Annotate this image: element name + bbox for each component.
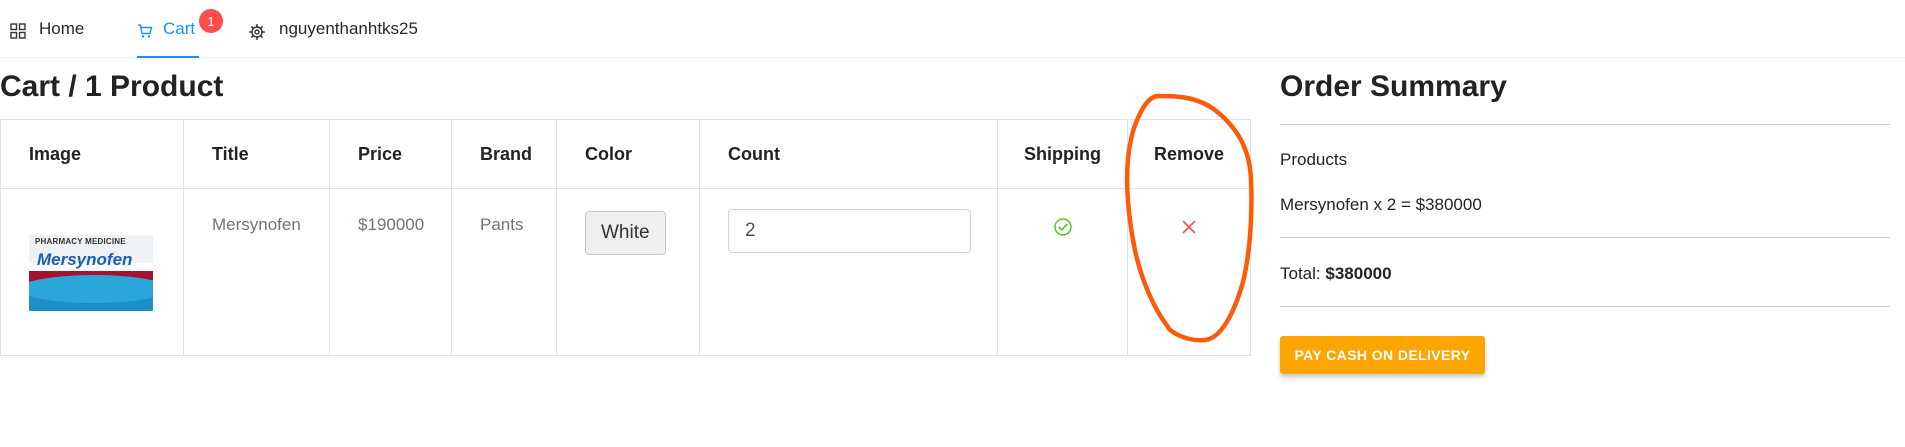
column-header-shipping: Shipping [997,119,1128,189]
color-select[interactable]: White [585,211,666,255]
nav-user-label: nguyenthanhtks25 [279,19,418,38]
product-image: PHARMACY MEDICINE Mersynofen [29,235,153,311]
summary-divider [1280,124,1890,125]
column-header-image: Image [0,119,184,189]
product-price: $190000 [329,188,452,356]
total-amount: $380000 [1325,264,1392,283]
summary-total: Total: $380000 [1280,264,1392,284]
nav-home-label: Home [39,19,85,38]
summary-line-item: Mersynofen x 2 = $380000 [1280,195,1482,214]
summary-divider [1280,306,1890,307]
shipping-cell [997,188,1128,356]
nav-item-cart[interactable]: Cart [137,0,199,58]
product-color-cell: White [556,188,700,356]
app-root: Home Cart 1 nguyenthanhtks25 Cart / 1 Pr… [0,0,1905,447]
cart-count-badge: 1 [199,9,223,33]
cart-table: Image Title Price Brand Color Count Ship… [0,119,1251,356]
column-header-color: Color [556,119,700,189]
column-header-remove: Remove [1127,119,1251,189]
summary-products-label: Products [1280,150,1348,169]
check-circle-icon [1053,218,1072,236]
order-summary-title: Order Summary [1280,70,1507,103]
order-summary: Order Summary [1280,70,1890,104]
product-title: Mersynofen [183,188,330,356]
summary-divider [1280,237,1890,238]
column-header-price: Price [329,119,452,189]
quantity-input[interactable] [728,209,971,253]
active-tab-indicator [137,56,199,58]
product-image-brand-text: Mersynofen [37,250,133,269]
setting-icon [249,24,265,40]
product-image-header-text: PHARMACY MEDICINE [35,237,126,246]
product-image-cell: PHARMACY MEDICINE Mersynofen [0,188,184,356]
total-label: Total: [1280,264,1321,283]
table-row: PHARMACY MEDICINE Mersynofen Mersynofen … [0,188,1251,356]
nav-item-home[interactable]: Home [10,0,84,58]
column-header-count: Count [699,119,998,189]
column-header-title: Title [183,119,330,189]
nav-cart-label: Cart [163,19,196,38]
remove-cell [1127,188,1251,356]
product-image-wave [29,275,153,303]
cart-heading: Cart / 1 Product [0,70,224,103]
shopping-cart-icon [138,24,153,38]
top-nav: Home Cart 1 nguyenthanhtks25 [0,0,1905,58]
pay-cash-on-delivery-button[interactable]: PAY CASH ON DELIVERY [1280,336,1485,374]
column-header-brand: Brand [451,119,557,189]
close-icon[interactable] [1179,217,1199,237]
appstore-icon [10,22,26,39]
product-brand: Pants [451,188,557,356]
nav-item-user[interactable]: nguyenthanhtks25 [249,0,418,58]
table-header-row: Image Title Price Brand Color Count Ship… [0,119,1251,189]
product-count-cell [699,188,998,356]
